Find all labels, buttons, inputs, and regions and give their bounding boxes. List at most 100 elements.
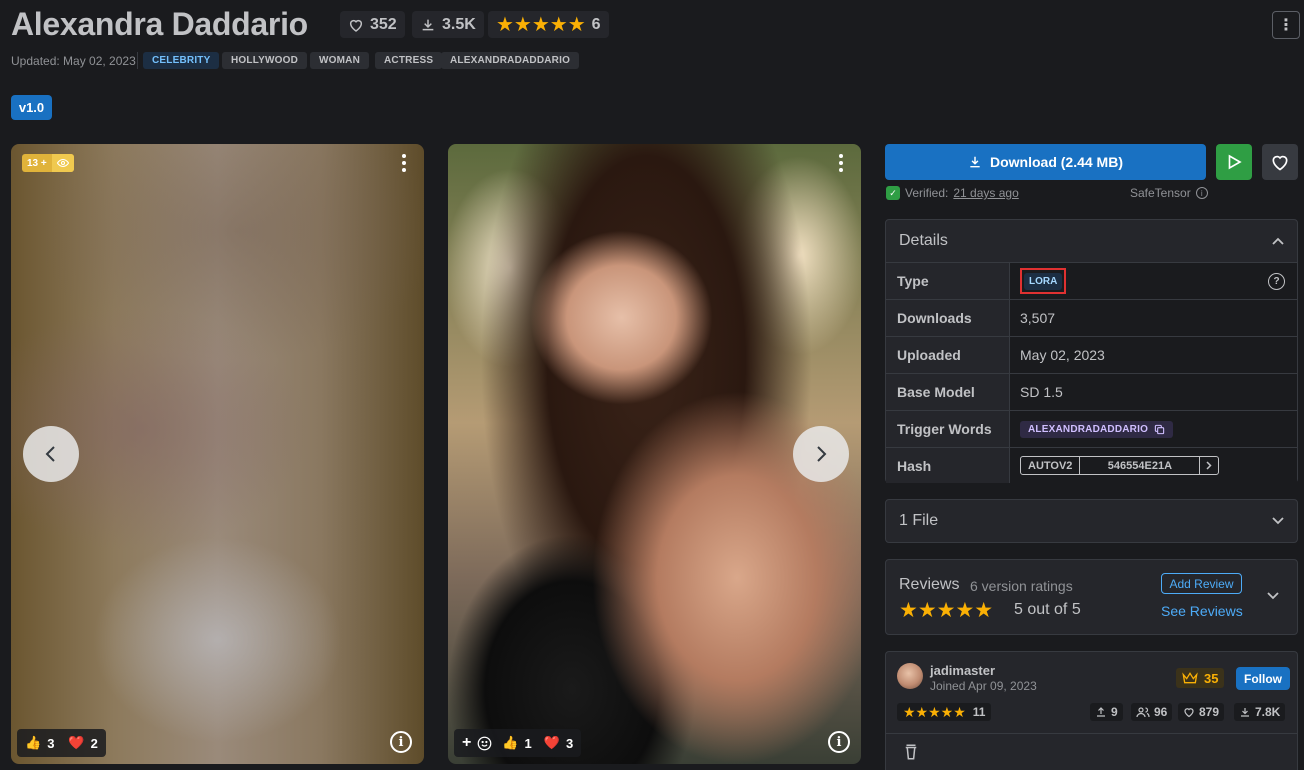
row-label: Uploaded (886, 337, 1010, 373)
reviews-panel: Reviews 6 version ratings ★★★★★ 5 out of… (885, 559, 1298, 635)
row-label: Trigger Words (886, 411, 1010, 447)
row-label: Hash (886, 448, 1010, 483)
eye-icon[interactable] (51, 154, 74, 172)
card2-reactions[interactable]: + 👍 1 ❤️ 3 (454, 729, 582, 757)
version-badge[interactable]: v1.0 (11, 95, 52, 120)
trigger-word-chip[interactable]: ALEXANDRADADDARIO (1020, 420, 1174, 438)
likes-stat[interactable]: 352 (340, 11, 405, 38)
tag-actress[interactable]: ACTRESS (375, 52, 443, 69)
heart-icon (349, 19, 363, 32)
safetensor-label: SafeTensor i (1130, 186, 1208, 200)
heart-emoji-icon: ❤️ (68, 735, 85, 750)
rating-stat[interactable]: ★★★★★ 6 (488, 11, 609, 38)
users-icon (1136, 707, 1150, 718)
upload-icon (1097, 707, 1105, 717)
add-review-button[interactable]: Add Review (1161, 573, 1242, 594)
card1-reactions[interactable]: 👍 3 ❤️ 2 (17, 729, 106, 757)
likes-count: 352 (370, 15, 397, 33)
hash-display[interactable]: AUTOV2 546554E21A (1020, 456, 1220, 475)
follow-button[interactable]: Follow (1236, 667, 1290, 690)
smiley-icon[interactable] (477, 736, 492, 751)
help-icon[interactable]: ? (1268, 272, 1285, 290)
chevron-left-icon (45, 446, 55, 462)
creator-rank-badge: 35 (1176, 668, 1225, 688)
avatar[interactable] (897, 663, 923, 689)
hash-value[interactable]: 546554E21A (1080, 457, 1201, 474)
details-row-downloads: Downloads 3,507 (886, 300, 1297, 337)
details-row-type: Type LORA ? (886, 263, 1297, 300)
files-accordion[interactable]: 1 File (885, 499, 1298, 543)
chevron-down-icon[interactable] (1267, 592, 1279, 600)
see-reviews-link[interactable]: See Reviews (1161, 603, 1243, 619)
downloads-stat: 3.5K (412, 11, 484, 38)
favorites-count: 879 (1199, 705, 1220, 719)
row-label: Type (886, 263, 1010, 299)
downloads-count: 3.5K (442, 15, 476, 33)
next-image-button[interactable] (793, 426, 849, 482)
details-row-hash: Hash AUTOV2 546554E21A (886, 448, 1297, 483)
details-header[interactable]: Details (886, 220, 1297, 263)
like-count: 1 (524, 735, 532, 751)
like-count: 3 (47, 735, 55, 751)
tag-woman[interactable]: WOMAN (310, 52, 369, 69)
creator-card: jadimaster Joined Apr 09, 2023 35 Follow… (885, 651, 1298, 770)
rating-stars: ★★★★★ (903, 703, 966, 720)
model-title: Alexandra Daddario (11, 6, 308, 42)
hash-type[interactable]: AUTOV2 (1021, 457, 1081, 474)
download-icon (1241, 708, 1249, 717)
creator-rating: ★★★★★ 11 (897, 703, 992, 721)
reviews-score: 5 out of 5 (1014, 601, 1081, 618)
verified-prefix: Verified: (905, 186, 949, 200)
tag-alexandradaddario[interactable]: ALEXANDRADADDARIO (441, 52, 580, 69)
followers-count: 96 (1154, 705, 1168, 719)
creator-favorites: 879 (1178, 703, 1225, 721)
more-menu-button[interactable]: ⋮ (1272, 11, 1300, 39)
favorite-button[interactable] (1262, 144, 1298, 180)
divider (137, 52, 138, 69)
nsfw-level: 13 + (27, 157, 47, 169)
trigger-word: ALEXANDRADADDARIO (1028, 423, 1149, 435)
rating-stars: ★★★★★ (496, 13, 586, 36)
add-reaction-icon[interactable]: + (462, 734, 471, 752)
details-title: Details (899, 232, 948, 249)
creator-joined: Joined Apr 09, 2023 (930, 679, 1037, 693)
heart-icon (1184, 708, 1194, 718)
reviews-stars: ★★★★★ (899, 599, 994, 622)
details-row-uploaded: Uploaded May 02, 2023 (886, 337, 1297, 374)
run-model-button[interactable] (1216, 144, 1252, 180)
row-label: Base Model (886, 374, 1010, 410)
nsfw-badge[interactable]: 13 + (22, 154, 74, 172)
card1-menu-icon[interactable] (397, 152, 411, 174)
rating-count: 6 (591, 15, 601, 33)
downloads-count: 7.8K (1255, 705, 1281, 719)
reviews-title: Reviews (899, 576, 960, 593)
files-label: 1 File (899, 512, 939, 529)
safetensor-text: SafeTensor (1130, 186, 1191, 200)
tag-celebrity[interactable]: CELEBRITY (143, 52, 220, 69)
download-button[interactable]: Download (2.44 MB) (885, 144, 1206, 180)
creator-followers: 96 (1131, 703, 1173, 721)
chevron-right-icon (817, 446, 827, 462)
downloads-value: 3,507 (1020, 310, 1056, 326)
heart-icon (1272, 155, 1288, 171)
tag-hollywood[interactable]: HOLLYWOOD (222, 52, 307, 69)
uploaded-value: May 02, 2023 (1020, 347, 1105, 363)
creator-name[interactable]: jadimaster (930, 663, 995, 678)
card2-menu-icon[interactable] (834, 152, 848, 174)
chevron-right-icon[interactable] (1200, 457, 1218, 474)
info-icon[interactable]: i (1195, 187, 1208, 199)
details-row-base-model: Base Model SD 1.5 (886, 374, 1297, 411)
crown-icon (1182, 672, 1198, 684)
reviews-subtitle: 6 version ratings (970, 578, 1073, 594)
card1-info-icon[interactable]: i (390, 731, 412, 753)
download-label: Download (2.44 MB) (989, 154, 1123, 170)
type-badge-highlight: LORA (1020, 268, 1067, 294)
coffee-cup-icon[interactable] (903, 743, 919, 761)
details-row-trigger-words: Trigger Words ALEXANDRADADDARIO (886, 411, 1297, 448)
card2-info-icon[interactable]: i (828, 731, 850, 753)
thumbs-up-icon: 👍 (25, 735, 42, 750)
copy-icon[interactable] (1154, 424, 1165, 435)
prev-image-button[interactable] (23, 426, 79, 482)
verified-status: ✓ Verified: 21 days ago (886, 186, 1019, 200)
verified-time-link[interactable]: 21 days ago (953, 186, 1018, 200)
